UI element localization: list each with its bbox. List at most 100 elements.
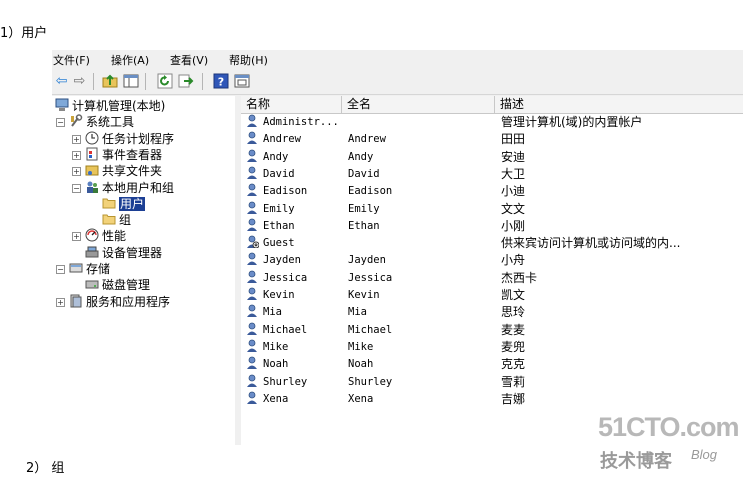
column-header-fullname[interactable]: 全名 — [342, 96, 495, 113]
user-row[interactable]: Jessica Jessica 杰西卡 — [241, 270, 743, 287]
services-icon — [69, 294, 83, 308]
user-description: 凯文 — [501, 288, 526, 302]
svg-text:?: ? — [217, 76, 223, 89]
user-row[interactable]: Jayden Jayden 小舟 — [241, 252, 743, 269]
folder-icon — [102, 212, 116, 226]
toolbar-separator — [202, 73, 203, 90]
tree-node-label: 任务计划程序 — [102, 131, 175, 146]
user-fullname: Eadison — [348, 185, 393, 198]
user-row[interactable]: David David 大卫 — [241, 166, 743, 183]
user-name: Emily — [263, 202, 295, 215]
user-fullname: Andrew — [348, 133, 386, 146]
tree-expander[interactable]: + — [72, 134, 81, 144]
user-description: 吉娜 — [501, 391, 526, 406]
user-row[interactable]: Xena Xena 吉娜 — [241, 391, 743, 408]
menu-bar: 文件(F) 操作(A) 查看(V) 帮助(H) — [52, 50, 743, 68]
tree-node-label: 事件查看器 — [102, 147, 163, 162]
user-row[interactable]: Eadison Eadison 小迪 — [241, 183, 743, 200]
watermark-sub: 技术博客 — [600, 451, 672, 472]
user-row[interactable]: Kevin Kevin 凯文 — [241, 287, 743, 304]
menu-view[interactable]: 查看(V) — [170, 52, 208, 68]
user-row[interactable]: Michael Michael 麦麦 — [241, 322, 743, 339]
clock-icon — [85, 131, 99, 145]
tree-node[interactable]: 事件查看器 — [85, 147, 162, 163]
properties-icon[interactable] — [233, 73, 250, 90]
user-description: 麦兜 — [501, 339, 526, 354]
user-icon — [246, 322, 259, 335]
forward-icon[interactable]: ⇨ — [71, 73, 88, 90]
user-row[interactable]: Shurley Shurley 雪莉 — [241, 374, 743, 391]
tree-expander[interactable]: + — [72, 150, 81, 160]
tree-node[interactable]: 计算机管理(本地) — [55, 98, 165, 114]
watermark-logo: 51CTO.com 技术博客 Blog — [598, 412, 740, 472]
user-fullname: Shurley — [348, 375, 393, 388]
tree-node[interactable]: 设备管理器 — [85, 245, 162, 261]
tree-node[interactable]: 组 — [102, 212, 131, 228]
user-row[interactable]: Mike Mike 麦兜 — [241, 339, 743, 356]
user-row[interactable]: Andy Andy 安迪 — [241, 149, 743, 166]
tree-expander[interactable]: − — [56, 265, 65, 274]
tree-node[interactable]: 本地用户和组 — [85, 180, 174, 196]
tree-expander[interactable]: + — [72, 232, 81, 242]
tree-node[interactable]: 磁盘管理 — [85, 277, 150, 293]
user-icon — [246, 252, 259, 266]
user-row[interactable]: Guest 供来宾访问计算机或访问域的内... — [241, 235, 743, 252]
user-description: 安迪 — [501, 149, 526, 164]
user-icon — [246, 287, 259, 300]
disk-icon — [85, 277, 99, 291]
back-icon[interactable]: ⇦ — [53, 73, 70, 90]
export-list-icon[interactable] — [177, 73, 194, 90]
tree-node[interactable]: 任务计划程序 — [85, 131, 174, 147]
tree-node[interactable]: 共享文件夹 — [85, 163, 162, 179]
user-fullname: Jayden — [348, 254, 386, 267]
disabled-user-icon — [246, 235, 260, 249]
user-name: David — [263, 167, 295, 180]
storage-icon — [69, 261, 83, 275]
tree-expander[interactable]: − — [72, 183, 81, 193]
user-description: 小迪 — [501, 184, 526, 199]
shared-folder-icon — [85, 163, 99, 177]
menu-action[interactable]: 操作(A) — [111, 52, 149, 68]
menu-file[interactable]: 文件(F) — [53, 52, 90, 68]
tree-expander[interactable]: + — [72, 167, 81, 177]
user-fullname: Jessica — [348, 271, 393, 284]
tree-node[interactable]: 用户 — [102, 196, 146, 212]
user-row[interactable]: Noah Noah 克克 — [241, 356, 743, 373]
user-row[interactable]: Administr... 管理计算机(域)的内置帐户 — [241, 114, 743, 131]
tree-node[interactable]: 系统工具 — [69, 114, 134, 130]
tree-node-label: 组 — [119, 213, 132, 228]
up-folder-icon[interactable] — [101, 73, 118, 90]
user-icon — [246, 270, 259, 283]
tree-expander[interactable]: − — [56, 118, 65, 128]
user-name: Jayden — [263, 254, 301, 267]
user-row[interactable]: Andrew Andrew 田田 — [241, 131, 743, 148]
menu-help[interactable]: 帮助(H) — [229, 52, 268, 68]
caption-users: 1）用户 — [0, 26, 48, 41]
column-header-name[interactable]: 名称 — [241, 96, 342, 113]
users-list-view: 名称 全名 描述 Administr... 管理计算机(域)的内置帐户 Andrew… — [241, 96, 743, 445]
user-name: Andrew — [263, 133, 301, 146]
tree-node[interactable]: 性能 — [85, 228, 126, 244]
console-tree-icon[interactable] — [122, 73, 139, 90]
help-icon[interactable]: ? — [212, 73, 229, 90]
column-header-description[interactable]: 描述 — [495, 96, 743, 113]
user-icon — [246, 339, 259, 352]
user-fullname: Mike — [348, 340, 374, 353]
user-row[interactable]: Emily Emily 文文 — [241, 201, 743, 218]
folder-icon — [102, 196, 116, 210]
user-row[interactable]: Mia Mia 思玲 — [241, 304, 743, 321]
user-row[interactable]: Ethan Ethan 小刚 — [241, 218, 743, 235]
user-description: 麦麦 — [501, 322, 526, 337]
user-fullname: Mia — [348, 306, 367, 319]
user-name: Ethan — [263, 219, 295, 232]
user-icon — [246, 149, 259, 162]
user-icon — [246, 391, 259, 404]
tree-expander[interactable]: + — [56, 297, 65, 307]
user-description: 思玲 — [501, 305, 526, 320]
user-fullname: Michael — [348, 323, 393, 336]
tree-node[interactable]: 存储 — [69, 261, 110, 277]
refresh-icon[interactable] — [156, 73, 173, 90]
user-fullname: Ethan — [348, 219, 380, 232]
tree-node-label: 性能 — [102, 229, 127, 244]
tree-node[interactable]: 服务和应用程序 — [69, 294, 170, 310]
